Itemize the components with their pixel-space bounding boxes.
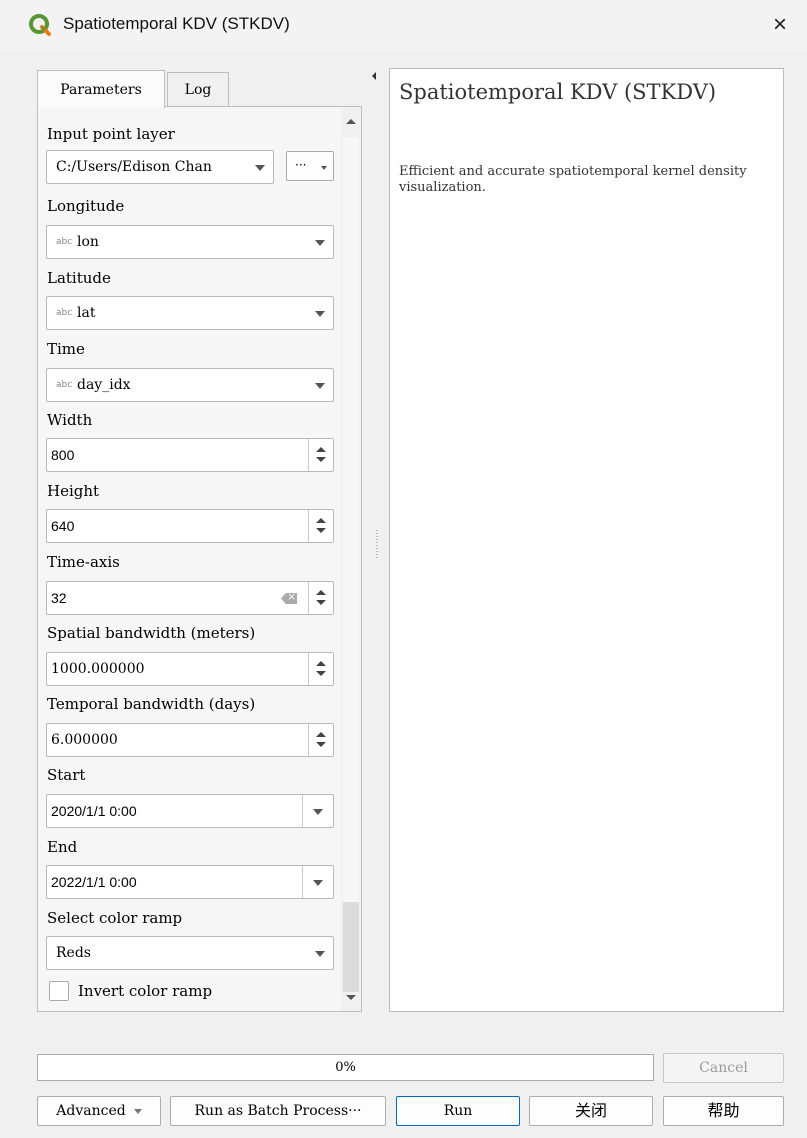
chevron-down-icon [133,1108,142,1114]
parameters-scrollbar[interactable] [341,107,361,1011]
end-label: End [47,838,78,856]
time-axis-label: Time-axis [47,553,120,571]
chevron-down-icon [255,165,265,171]
spin-arrows-icon[interactable] [308,439,333,471]
spin-arrows-icon[interactable] [308,582,333,614]
invert-color-ramp-label: Invert color ramp [78,982,213,1000]
width-spinbox[interactable]: 800 [46,438,334,472]
help-description: Efficient and accurate spatiotemporal ke… [399,164,747,195]
browse-layer-button[interactable]: ··· [286,151,334,181]
close-button[interactable]: 关闭 [529,1096,653,1126]
spin-arrows-icon[interactable] [308,724,333,756]
chevron-down-icon [315,951,325,957]
start-label: Start [47,766,86,784]
chevron-down-icon [321,166,327,170]
ellipsis-label: ··· [295,158,307,172]
longitude-value: lon [77,234,99,250]
spatial-bandwidth-label: Spatial bandwidth (meters) [47,624,256,642]
spatial-bandwidth-value: 1000.000000 [51,661,145,677]
text-field-icon: abc [56,308,73,318]
tab-log[interactable]: Log [167,72,229,106]
invert-color-ramp-checkbox[interactable] [49,981,69,1001]
height-value: 640 [51,518,75,534]
input-layer-label: Input point layer [47,125,175,143]
tab-parameters[interactable]: Parameters [37,70,165,108]
width-label: Width [47,411,93,429]
input-layer-combo[interactable]: C:/Users/Edison Chan [46,150,274,184]
end-value: 2022/1/1 0:00 [51,874,137,890]
start-value: 2020/1/1 0:00 [51,803,137,819]
width-value: 800 [51,447,75,463]
cancel-button[interactable]: Cancel [663,1053,784,1083]
run-batch-button[interactable]: Run as Batch Process··· [170,1096,386,1126]
close-icon[interactable]: × [763,8,797,42]
scrollbar-thumb[interactable] [343,137,359,902]
progress-label: 0% [335,1060,356,1075]
advanced-button[interactable]: Advanced [37,1096,161,1126]
input-layer-value: C:/Users/Edison Chan [56,159,212,175]
temporal-bandwidth-value: 6.000000 [51,732,118,748]
longitude-label: Longitude [47,197,125,215]
temporal-bandwidth-label: Temporal bandwidth (days) [47,695,256,713]
time-label: Time [47,340,85,358]
start-datetime[interactable]: 2020/1/1 0:00 [46,794,334,828]
end-datetime[interactable]: 2022/1/1 0:00 [46,865,334,899]
scroll-up-icon[interactable] [346,119,356,124]
latitude-value: lat [77,305,96,321]
parameters-panel: Input point layer C:/Users/Edison Chan ·… [37,106,362,1012]
color-ramp-combo[interactable]: Reds [46,936,334,970]
height-spinbox[interactable]: 640 [46,509,334,543]
help-button[interactable]: 帮助 [663,1096,784,1126]
scroll-down-icon[interactable] [346,995,356,1000]
chevron-down-icon [315,240,325,246]
chevron-down-icon [315,383,325,389]
advanced-label: Advanced [56,1103,126,1119]
title-bar: Spatiotemporal KDV (STKDV) × [0,0,807,52]
chevron-down-icon [315,311,325,317]
color-ramp-label: Select color ramp [47,909,183,927]
time-axis-spinbox[interactable]: 32 [46,581,334,615]
help-panel: Spatiotemporal KDV (STKDV) Efficient and… [389,68,784,1012]
qgis-logo-icon [29,14,51,36]
clear-field-icon[interactable] [281,593,297,604]
latitude-combo[interactable]: abc lat [46,296,334,330]
color-ramp-value: Reds [56,945,91,961]
chevron-down-icon[interactable] [302,795,333,827]
scrollbar-track[interactable] [343,902,359,992]
window-title: Spatiotemporal KDV (STKDV) [63,14,290,33]
latitude-label: Latitude [47,269,111,287]
text-field-icon: abc [56,237,73,247]
chevron-down-icon[interactable] [302,866,333,898]
text-field-icon: abc [56,380,73,390]
splitter-handle[interactable] [376,530,378,560]
temporal-bandwidth-spinbox[interactable]: 6.000000 [46,723,334,757]
run-button[interactable]: Run [396,1096,520,1126]
time-value: day_idx [77,377,131,393]
progress-bar: 0% [37,1054,654,1081]
spin-arrows-icon[interactable] [308,653,333,685]
spatial-bandwidth-spinbox[interactable]: 1000.000000 [46,652,334,686]
help-title: Spatiotemporal KDV (STKDV) [399,80,717,104]
collapse-help-icon[interactable] [372,72,376,80]
longitude-combo[interactable]: abc lon [46,225,334,259]
time-axis-value: 32 [51,590,67,606]
time-combo[interactable]: abc day_idx [46,368,334,402]
spin-arrows-icon[interactable] [308,510,333,542]
height-label: Height [47,482,100,500]
